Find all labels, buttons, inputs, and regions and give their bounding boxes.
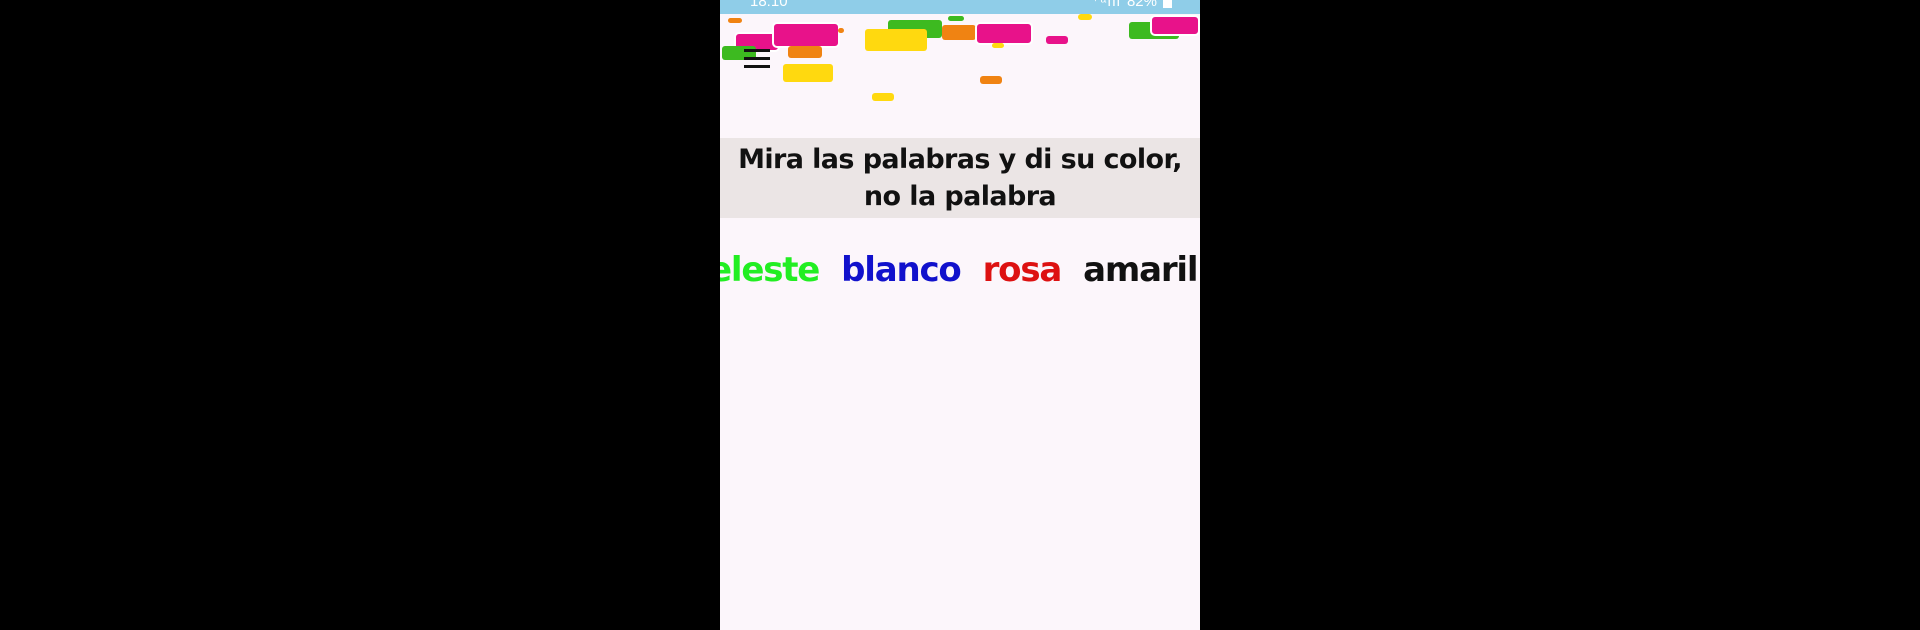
battery-level: 82% xyxy=(1126,0,1157,10)
status-time: 18:10 xyxy=(750,0,788,10)
confetti-piece xyxy=(772,22,840,48)
confetti-piece xyxy=(872,93,894,101)
confetti-piece xyxy=(1078,14,1092,20)
confetti-piece xyxy=(948,16,964,21)
confetti-piece xyxy=(838,28,844,33)
instruction-banner: Mira las palabras y di su color, no la p… xyxy=(720,138,1200,218)
confetti-piece xyxy=(788,46,822,58)
status-indicators: ⁺ᵃıll 82% xyxy=(1092,0,1172,9)
color-word: celeste xyxy=(720,250,820,290)
confetti-piece xyxy=(865,29,927,51)
status-bar: 18:10 ⁺ᵃıll 82% xyxy=(720,0,1200,14)
confetti-piece xyxy=(783,64,833,82)
confetti-piece xyxy=(992,43,1004,48)
color-word: rosa xyxy=(982,250,1063,290)
confetti-piece xyxy=(975,22,1033,45)
color-words-row: celeste blanco rosa amarillo xyxy=(720,248,1200,292)
battery-icon xyxy=(1163,0,1172,8)
color-word: blanco xyxy=(841,250,962,290)
confetti-piece xyxy=(980,76,1002,84)
hamburger-menu-icon[interactable] xyxy=(744,49,772,69)
confetti-piece xyxy=(728,18,742,23)
signal-icon: ⁺ᵃıll xyxy=(1091,0,1121,10)
phone-screen: 18:10 ⁺ᵃıll 82% Mira las palabras y di s… xyxy=(720,0,1200,630)
confetti-piece xyxy=(1046,36,1068,44)
instruction-text: Mira las palabras y di su color, no la p… xyxy=(738,144,1182,212)
confetti-piece xyxy=(1150,15,1200,36)
confetti-piece xyxy=(942,25,976,40)
color-word: amarillo xyxy=(1083,250,1200,290)
